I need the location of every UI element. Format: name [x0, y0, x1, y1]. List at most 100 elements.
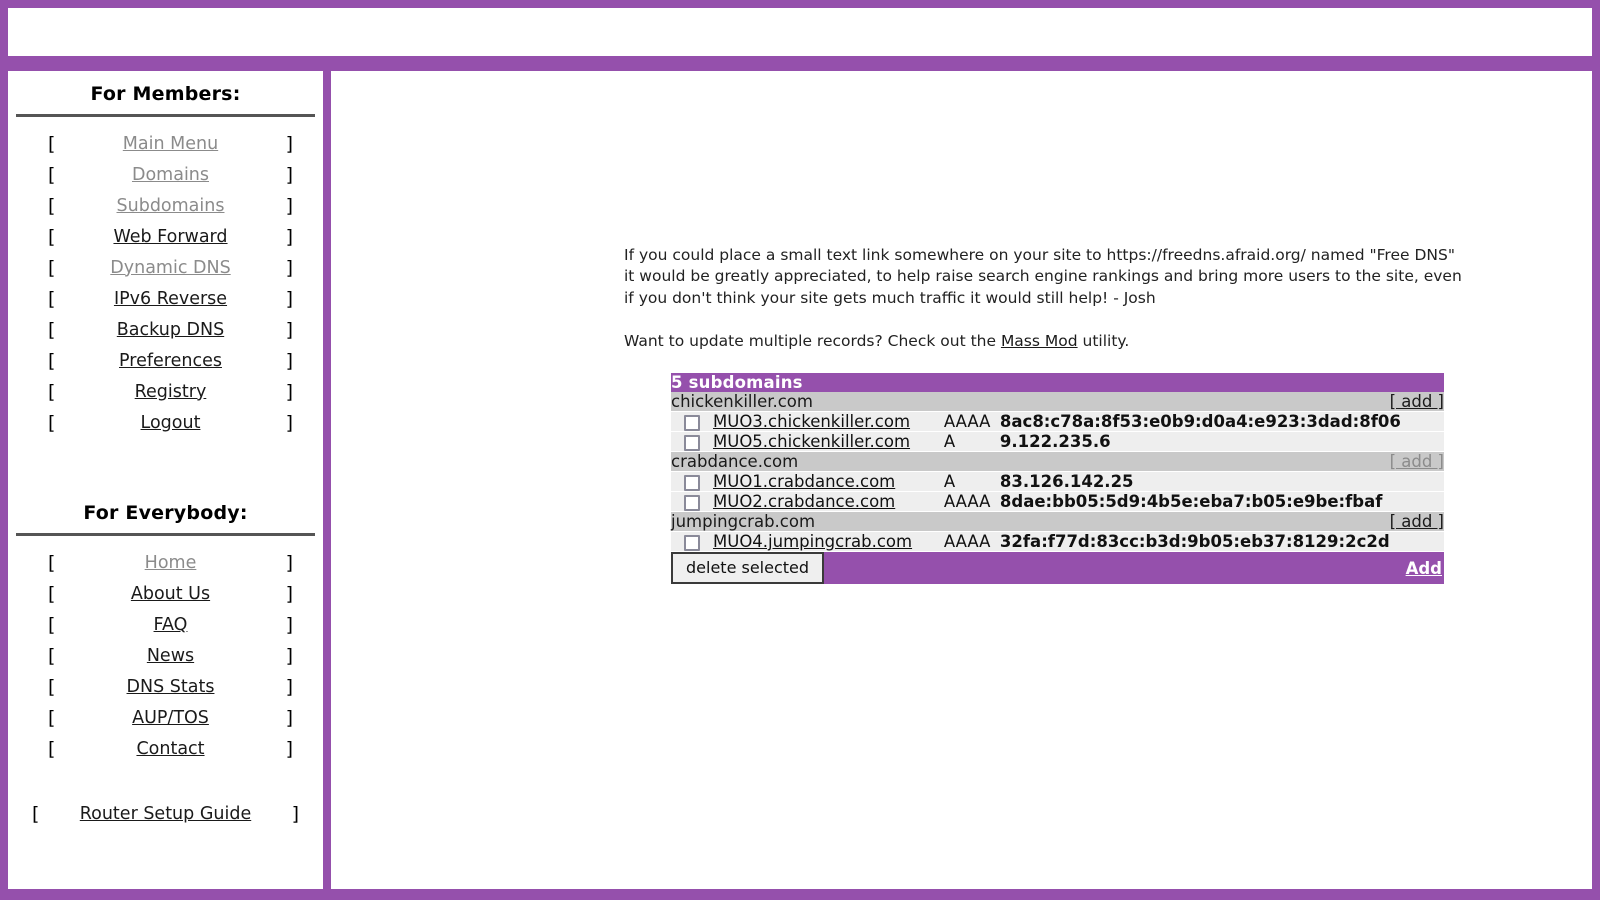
- sidebar-item-dns-stats[interactable]: [DNS Stats]: [14, 671, 317, 702]
- bracket-open-icon: [: [48, 225, 56, 248]
- bracket-open-icon: [: [48, 551, 56, 574]
- bracket-open-icon: [: [48, 132, 56, 155]
- sidebar-link-label[interactable]: Registry: [55, 382, 285, 402]
- record-value-cell: 8ac8:c78a:8f53:e0b9:d0a4:e923:3dad:8f06: [995, 411, 1444, 432]
- sidebar-link-label[interactable]: Preferences: [55, 351, 285, 371]
- members-heading: For Members:: [90, 83, 241, 105]
- subdomain-link[interactable]: MUO4.jumpingcrab.com: [713, 532, 912, 551]
- row-select-cell: [671, 531, 713, 552]
- sidebar-item-contact[interactable]: [Contact]: [14, 733, 317, 764]
- add-subdomain-link[interactable]: [ add ]: [1390, 392, 1444, 411]
- bracket-open-icon: [: [48, 318, 56, 341]
- members-nav-list: [Main Menu][Domains][Subdomains][Web For…: [14, 128, 317, 438]
- sidebar-link-label[interactable]: FAQ: [55, 615, 285, 635]
- sidebar-item-backup-dns[interactable]: [Backup DNS]: [14, 314, 317, 345]
- sidebar-item-news[interactable]: [News]: [14, 640, 317, 671]
- domain-name-label: crabdance.com: [671, 451, 996, 472]
- sidebar-link-label[interactable]: Logout: [55, 413, 285, 433]
- sidebar-link-label[interactable]: Dynamic DNS: [55, 258, 285, 278]
- host-cell: MUO3.chickenkiller.com: [713, 411, 940, 432]
- mass-mod-link[interactable]: Mass Mod: [1001, 332, 1078, 350]
- row-select-cell: [671, 431, 713, 452]
- sidebar-link-label[interactable]: Web Forward: [55, 227, 285, 247]
- subdomain-link[interactable]: MUO2.crabdance.com: [713, 492, 895, 511]
- sidebar-link-label[interactable]: News: [55, 646, 285, 666]
- everybody-nav-list: [Home][About Us][FAQ][News][DNS Stats][A…: [14, 547, 317, 764]
- host-cell: MUO5.chickenkiller.com: [713, 431, 940, 452]
- sidebar-item-preferences[interactable]: [Preferences]: [14, 345, 317, 376]
- sidebar-item-aup-tos[interactable]: [AUP/TOS]: [14, 702, 317, 733]
- add-subdomain-link[interactable]: [ add ]: [1390, 512, 1444, 531]
- host-cell: MUO1.crabdance.com: [713, 471, 940, 492]
- sidebar-link-label[interactable]: Backup DNS: [55, 320, 285, 340]
- sidebar-item-registry[interactable]: [Registry]: [14, 376, 317, 407]
- row-select-cell: [671, 491, 713, 512]
- delete-selected-button[interactable]: delete selected: [671, 552, 825, 584]
- bracket-close-icon: ]: [285, 287, 293, 310]
- domain-name-label: chickenkiller.com: [671, 392, 996, 412]
- subdomain-link[interactable]: MUO1.crabdance.com: [713, 472, 895, 491]
- sidebar-link-label[interactable]: Contact: [55, 739, 285, 759]
- mass-mod-prefix: Want to update multiple records? Check o…: [624, 331, 1001, 350]
- bracket-close-icon: ]: [285, 132, 293, 155]
- domain-group-row: crabdance.com [ add ]: [671, 451, 1444, 472]
- sidebar-link-label[interactable]: Home: [55, 553, 285, 573]
- row-checkbox[interactable]: [684, 494, 700, 511]
- row-checkbox[interactable]: [684, 414, 700, 431]
- sidebar-link-label[interactable]: Subdomains: [55, 196, 285, 216]
- sidebar: For Members: [Main Menu][Domains][Subdom…: [8, 71, 323, 889]
- everybody-divider: [16, 533, 315, 536]
- bracket-open-icon: [: [48, 380, 56, 403]
- sidebar-link-label[interactable]: IPv6 Reverse: [55, 289, 285, 309]
- sidebar-link-label[interactable]: About Us: [55, 584, 285, 604]
- sidebar-item-subdomains[interactable]: [Subdomains]: [14, 190, 317, 221]
- record-type-cell: A: [939, 431, 996, 452]
- sidebar-link-label[interactable]: Main Menu: [55, 134, 285, 154]
- sidebar-link-label[interactable]: AUP/TOS: [55, 708, 285, 728]
- record-type-cell: AAAA: [939, 491, 996, 512]
- record-value-cell: 9.122.235.6: [995, 431, 1444, 452]
- sidebar-item-about-us[interactable]: [About Us]: [14, 578, 317, 609]
- bracket-close-icon: ]: [285, 613, 293, 636]
- bracket-open-icon: [: [48, 349, 56, 372]
- record-value-cell: 32fa:f77d:83cc:b3d:9b05:eb37:8129:2c2d: [995, 531, 1444, 552]
- sidebar-link-label[interactable]: DNS Stats: [55, 677, 285, 697]
- row-checkbox[interactable]: [684, 534, 700, 551]
- bracket-close-icon: ]: [285, 318, 293, 341]
- add-subdomain-link[interactable]: [ add ]: [1390, 452, 1444, 471]
- bracket-close-icon: ]: [285, 163, 293, 186]
- bracket-close-icon: ]: [285, 737, 293, 760]
- sidebar-item-ipv6-reverse[interactable]: [IPv6 Reverse]: [14, 283, 317, 314]
- table-row: MUO5.chickenkiller.com A 9.122.235.6: [671, 431, 1444, 452]
- add-record-link[interactable]: Add: [1406, 559, 1444, 578]
- sidebar-link-label[interactable]: Domains: [55, 165, 285, 185]
- subdomain-link[interactable]: MUO3.chickenkiller.com: [713, 412, 910, 431]
- members-divider: [16, 114, 315, 117]
- sidebar-item-domains[interactable]: [Domains]: [14, 159, 317, 190]
- record-value-cell: 83.126.142.25: [995, 471, 1444, 492]
- domain-add-cell: [ add ]: [995, 392, 1444, 412]
- sidebar-item-dynamic-dns[interactable]: [Dynamic DNS]: [14, 252, 317, 283]
- subdomain-link[interactable]: MUO5.chickenkiller.com: [713, 432, 910, 451]
- sidebar-item-router-setup-guide[interactable]: [ Router Setup Guide ]: [14, 798, 317, 829]
- sidebar-item-faq[interactable]: [FAQ]: [14, 609, 317, 640]
- domain-group-row: jumpingcrab.com [ add ]: [671, 511, 1444, 532]
- row-checkbox[interactable]: [684, 474, 700, 491]
- bracket-open-icon: [: [48, 256, 56, 279]
- bracket-close-icon: ]: [285, 706, 293, 729]
- bracket-open-icon: [: [48, 613, 56, 636]
- bracket-open-icon: [: [48, 287, 56, 310]
- nav-spacer-2: [14, 764, 317, 798]
- sidebar-item-home[interactable]: [Home]: [14, 547, 317, 578]
- bracket-open-icon: [: [48, 194, 56, 217]
- site-banner: [8, 8, 1592, 56]
- bracket-open-icon: [: [48, 163, 56, 186]
- sidebar-item-main-menu[interactable]: [Main Menu]: [14, 128, 317, 159]
- sidebar-link-label[interactable]: Router Setup Guide: [39, 804, 291, 824]
- host-cell: MUO2.crabdance.com: [713, 491, 940, 512]
- sidebar-item-logout[interactable]: [Logout]: [14, 407, 317, 438]
- row-checkbox[interactable]: [684, 434, 700, 451]
- sidebar-item-web-forward[interactable]: [Web Forward]: [14, 221, 317, 252]
- row-select-cell: [671, 471, 713, 492]
- table-footer-cell: delete selected Add: [671, 551, 1444, 584]
